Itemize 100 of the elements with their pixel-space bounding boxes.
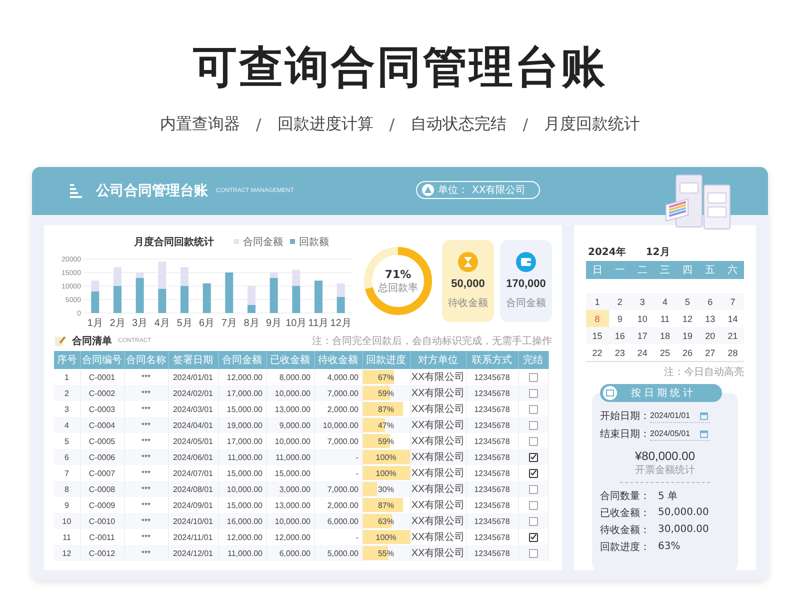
progress-value: 30%: [378, 484, 394, 494]
done-checkbox[interactable]: [528, 532, 538, 542]
done-checkbox[interactable]: [528, 468, 538, 478]
weekday-label: 日: [591, 264, 604, 277]
table-cell: 7,000.00: [314, 385, 362, 401]
date-field[interactable]: 2024/01/01: [650, 409, 710, 423]
summary-value: 50,000: [451, 278, 485, 290]
legend-swatch: [290, 239, 295, 244]
separator-slash: /: [256, 114, 262, 134]
table-cell: 17,000.00: [218, 385, 266, 401]
rate-value: 71%: [384, 268, 412, 280]
calendar-day[interactable]: 23: [608, 344, 632, 361]
feature-label: 回款进度计算: [277, 114, 374, 134]
table-cell: 11,000.00: [266, 449, 314, 465]
table-cell: C-0002: [80, 385, 124, 401]
calendar-day[interactable]: 19: [676, 327, 699, 344]
column-header: 合同编号: [80, 351, 124, 369]
calendar-day[interactable]: 16: [608, 327, 632, 344]
done-checkbox[interactable]: [528, 436, 538, 446]
done-checkbox[interactable]: [528, 516, 538, 526]
summary-label: 待收金额: [448, 296, 488, 310]
calendar-day[interactable]: 2: [608, 293, 632, 310]
calendar-day[interactable]: 4: [654, 293, 676, 310]
column-header: 回款进度: [362, 351, 410, 369]
calendar-day[interactable]: 27: [698, 344, 722, 361]
calendar-day[interactable]: 7: [721, 293, 744, 310]
calendar-day[interactable]: 6: [698, 293, 722, 310]
calendar-month: 12月: [646, 246, 670, 260]
calendar-day[interactable]: 20: [698, 327, 722, 344]
table-cell: ***: [124, 385, 168, 401]
done-checkbox[interactable]: [528, 388, 538, 398]
table-cell: 10,000.00: [266, 385, 314, 401]
calendar-day[interactable]: 9: [608, 310, 632, 327]
calendar-day[interactable]: 1: [586, 293, 609, 310]
progress-value: 100%: [376, 452, 396, 462]
bar: [314, 280, 322, 313]
progress-value: 47%: [378, 420, 394, 430]
weekday-label: 六: [726, 264, 739, 277]
table-cell: C-0008: [80, 481, 124, 497]
column-header: 序号: [54, 351, 80, 369]
calendar-day[interactable]: 24: [631, 344, 654, 361]
table-cell: XX有限公司: [410, 417, 466, 433]
calendar-day[interactable]: 3: [631, 293, 654, 310]
calendar-day[interactable]: 11: [654, 310, 676, 327]
stat-label: 待收金额：: [600, 524, 651, 536]
table-cell: 16,000.00: [218, 513, 266, 529]
table-cell: 19,000.00: [218, 417, 266, 433]
unit-label: 单位：: [438, 184, 468, 197]
calendar-day[interactable]: 21: [721, 327, 744, 344]
page-title: 可查询合同管理台账: [192, 41, 608, 95]
column-header: 合同金额: [218, 351, 266, 369]
calendar-day[interactable]: 5: [676, 293, 699, 310]
calendar-day[interactable]: 26: [676, 344, 699, 361]
weekday-label: 五: [704, 264, 716, 277]
table-cell: 11,000.00: [218, 545, 266, 561]
x-tick-label: 2月: [110, 318, 126, 329]
table-cell: C-0012: [80, 545, 124, 561]
calendar-day[interactable]: 22: [586, 344, 609, 361]
table-cell: 10,000.00: [266, 513, 314, 529]
done-checkbox[interactable]: [528, 404, 538, 414]
field-label: 结束日期：: [600, 428, 650, 441]
done-checkbox[interactable]: [528, 372, 538, 382]
table-cell: 2024/10/01: [168, 513, 218, 529]
date-field[interactable]: 2024/05/01: [650, 427, 710, 441]
weekday-label: 二: [636, 264, 648, 277]
done-checkbox[interactable]: [528, 484, 538, 494]
stat-label: 已收金额：: [600, 506, 651, 520]
calendar-day[interactable]: 28: [721, 344, 744, 361]
table-cell: -: [314, 449, 362, 465]
bar: [158, 288, 166, 313]
progress-value: 59%: [378, 388, 394, 398]
calendar-day[interactable]: 12: [676, 310, 699, 327]
progress-value: 59%: [378, 436, 394, 446]
done-checkbox[interactable]: [528, 452, 538, 462]
table-cell: 11,000.00: [218, 449, 266, 465]
calendar-day[interactable]: 17: [631, 327, 654, 344]
calendar-day[interactable]: 18: [654, 327, 676, 344]
calendar-day[interactable]: 15: [586, 327, 609, 344]
done-checkbox[interactable]: [528, 548, 538, 558]
done-checkbox[interactable]: [528, 420, 538, 430]
legend-label: 合同金额: [243, 237, 283, 248]
progress-value: 67%: [378, 372, 394, 382]
calendar-year: 2024年: [588, 246, 626, 260]
stats-title: 按日期统计: [631, 386, 696, 400]
done-checkbox[interactable]: [528, 500, 538, 510]
x-tick-label: 3月: [132, 318, 148, 329]
bar-segment: [114, 267, 122, 286]
calendar-day[interactable]: 10: [631, 310, 654, 327]
feature-label: 自动状态完结: [410, 114, 507, 134]
stat-value: 50,000.00: [658, 507, 709, 518]
bar: [136, 278, 144, 313]
calendar-day[interactable]: 25: [654, 344, 676, 361]
calendar-day[interactable]: 13: [698, 310, 722, 327]
table-cell: C-0010: [80, 513, 124, 529]
chart-title: 月度合同回款统计: [134, 237, 214, 248]
triangle-logo-icon: [422, 184, 434, 196]
calendar-day[interactable]: 14: [721, 310, 744, 327]
table-cell: 12345678: [466, 385, 518, 401]
progress-value: 100%: [376, 468, 396, 478]
table-cell: 2: [54, 385, 80, 401]
